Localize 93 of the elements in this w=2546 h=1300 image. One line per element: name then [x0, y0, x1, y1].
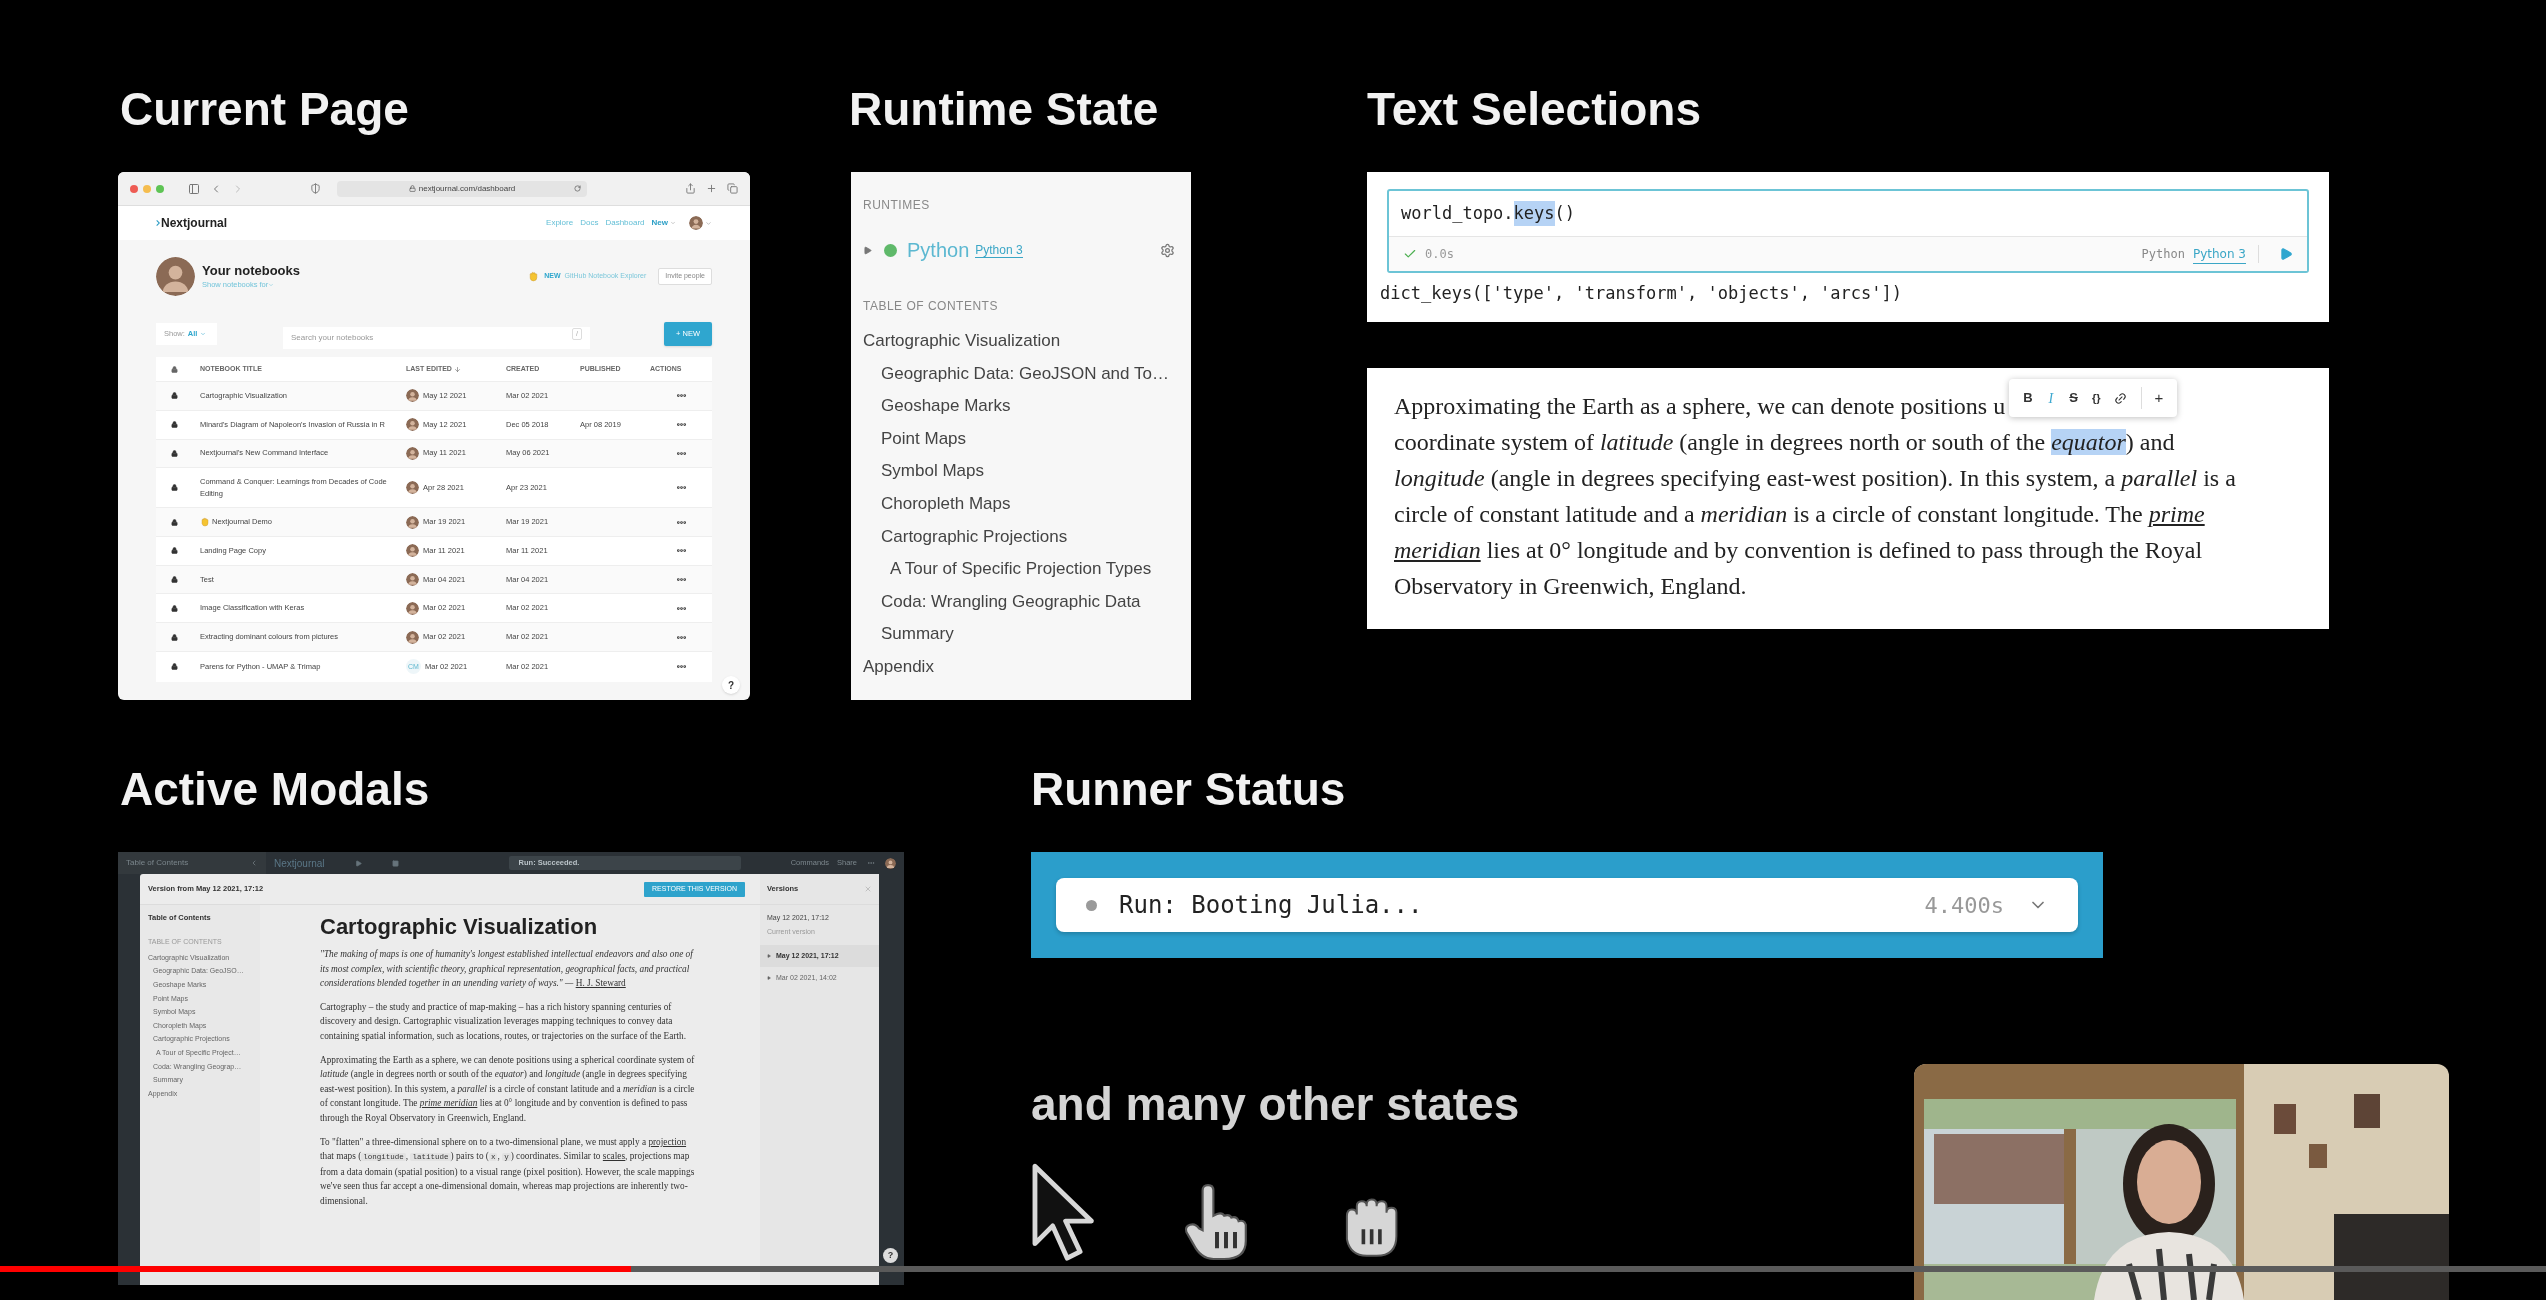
help-button[interactable]: ? — [883, 1248, 898, 1263]
text-line: Observatory in Greenwich, England. — [1394, 572, 1747, 601]
link[interactable]: H. J. Steward — [575, 978, 626, 989]
section-heading: Text Selections — [1367, 86, 1703, 132]
toc-item[interactable]: Cartographic Projections — [863, 520, 1179, 554]
avatar — [406, 389, 419, 403]
avatar — [406, 573, 419, 587]
toc-item[interactable]: Appendix — [863, 650, 1179, 684]
arrow-cursor-icon — [1031, 1163, 1097, 1263]
paragraph: Cartography – the study and practice of map-making – has a rich history spanning centuries of discovery and design. Cartographic visualization leverages mapping techniques to convey data containing spatial information, such as locations, routes, or trajectories on the surface of the Earth. — [320, 1000, 688, 1043]
paragraph: Approximating the Earth as a sphere, we can denote positions using a spherical coordinate system of latitude (angle in degrees north or south of the equator) and longitude (angle in degrees specifying east-west position). In this system, a parallel is a circle of constant latitude and a meridian is a circle of constant longitude. The prime meridian lies at 0° longitude and by convention is defined to pass through the Royal Observatory in Greenwich, England. — [320, 1053, 696, 1125]
toc-item[interactable]: Geoshape Marks — [863, 390, 1179, 423]
toc-item[interactable]: Coda: Wrangling Geographic Data — [863, 585, 1179, 619]
window-zoom-button[interactable] — [156, 184, 164, 193]
stop-icon[interactable] — [391, 859, 399, 867]
collapse-icon[interactable] — [250, 859, 258, 867]
avatar — [406, 481, 419, 495]
help-button[interactable]: ? — [722, 676, 740, 694]
lock-icon — [171, 633, 178, 641]
section-label: RUNTIMES — [863, 197, 931, 214]
video-progress-bar[interactable] — [0, 1266, 2546, 1272]
toc-item[interactable]: Point Maps — [863, 422, 1179, 456]
lock-icon — [408, 185, 416, 192]
hand-icon — [528, 271, 540, 282]
settings-icon[interactable] — [1160, 242, 1175, 258]
code-button[interactable]: {} — [2091, 389, 2101, 407]
toc-item[interactable]: Geographic Data: GeoJSON and To… — [863, 357, 1179, 391]
avatar — [156, 257, 195, 296]
text-line: meridian lies at 0° longitude and by convention is defined to pass through the Royal — [1394, 536, 2203, 565]
lock-icon — [171, 484, 178, 492]
avatar — [406, 544, 419, 558]
avatar — [406, 446, 419, 460]
sidebar-icon[interactable] — [188, 182, 200, 195]
lock-icon — [171, 547, 178, 555]
text-line: circle of constant latitude and a meridian is a circle of constant longitude. The prime — [1394, 500, 2205, 529]
section-heading: Runner Status — [1031, 766, 1347, 812]
run-icon[interactable] — [2279, 247, 2293, 261]
expand-icon[interactable] — [863, 245, 872, 255]
lock-icon — [171, 576, 178, 584]
toc-item[interactable]: Choropleth Maps — [863, 487, 1179, 521]
page-title: Your notebooks — [202, 262, 300, 279]
window-close-button[interactable] — [130, 184, 138, 193]
shield-icon[interactable] — [310, 183, 321, 194]
lock-icon — [171, 421, 178, 429]
toc-item[interactable]: Symbol Maps — [863, 455, 1179, 488]
toc-item[interactable]: Summary — [863, 618, 1179, 651]
new-tab-icon[interactable] — [706, 183, 717, 194]
document-title: Cartographic Visualization — [320, 913, 599, 941]
section-heading: Runtime State — [849, 86, 1160, 132]
toc-item[interactable]: A Tour of Specific Projection Types — [863, 553, 1179, 586]
lock-icon — [171, 449, 178, 457]
code-cell[interactable]: world_topo.keys() 0.0s Python Python 3 — [1387, 189, 2309, 273]
avatar — [406, 418, 419, 432]
share-icon[interactable] — [685, 183, 696, 194]
run-icon[interactable] — [354, 859, 362, 867]
status-text: Run: Booting Julia... — [1119, 890, 1423, 921]
avatar — [885, 857, 896, 869]
tabs-icon[interactable] — [727, 183, 738, 194]
waving-hand-icon — [200, 517, 210, 527]
sidebar-title: Table of Contents — [126, 857, 189, 869]
section-heading: Active Modals — [120, 766, 431, 812]
caret-icon[interactable] — [767, 976, 771, 980]
caret-icon[interactable] — [767, 954, 771, 958]
text-line: coordinate system of latitude (angle in degrees north or south of the equator) and — [1394, 428, 2175, 457]
code-output: dict_keys(['type', 'transform', 'objects', 'arcs']) — [1380, 282, 1903, 305]
text-line: Approximating the Earth as a sphere, we can denote positions u — [1394, 392, 2006, 421]
section-label: TABLE OF CONTENTS — [863, 298, 999, 315]
avatar — [406, 515, 419, 529]
link[interactable]: meridian — [1394, 537, 1481, 563]
reload-icon[interactable] — [574, 185, 581, 192]
link[interactable]: prime — [2148, 501, 2205, 527]
sort-arrow-icon — [453, 365, 461, 373]
avatar — [689, 216, 703, 230]
lock-icon — [171, 365, 178, 373]
lock-icon — [171, 518, 178, 526]
add-button[interactable]: + — [2141, 386, 2164, 410]
run-status-bar[interactable]: Run: Booting Julia... 4.400s — [1056, 878, 2078, 932]
toc-item[interactable]: Cartographic Visualization — [863, 325, 1179, 358]
text-line: longitude (angle in degrees specifying east-west position). In this system, a parallel is a — [1394, 464, 2236, 493]
logo[interactable]: Nextjournal — [156, 214, 227, 232]
lock-icon — [171, 392, 178, 400]
run-duration: 0.0s — [1425, 246, 1454, 263]
language-label: Python — [2141, 246, 2185, 263]
lock-icon — [171, 663, 178, 671]
link[interactable]: projection — [648, 1136, 687, 1147]
paragraph: "The making of maps is one of humanity's longest established intellectual endeavors and also one of its most complex, with scientific theory, graphical representation, geographical facts, and practical considerations blended together in an unending variety of ways." — H. J. Steward — [320, 948, 695, 991]
lock-icon — [171, 604, 178, 612]
strikethrough-button[interactable]: S — [2069, 388, 2078, 408]
bold-button[interactable]: B — [2023, 388, 2033, 408]
link[interactable]: prime meridian — [419, 1098, 478, 1109]
avatar — [406, 601, 419, 615]
elapsed-time: 4.400s — [1924, 891, 2004, 920]
avatar — [406, 630, 419, 644]
